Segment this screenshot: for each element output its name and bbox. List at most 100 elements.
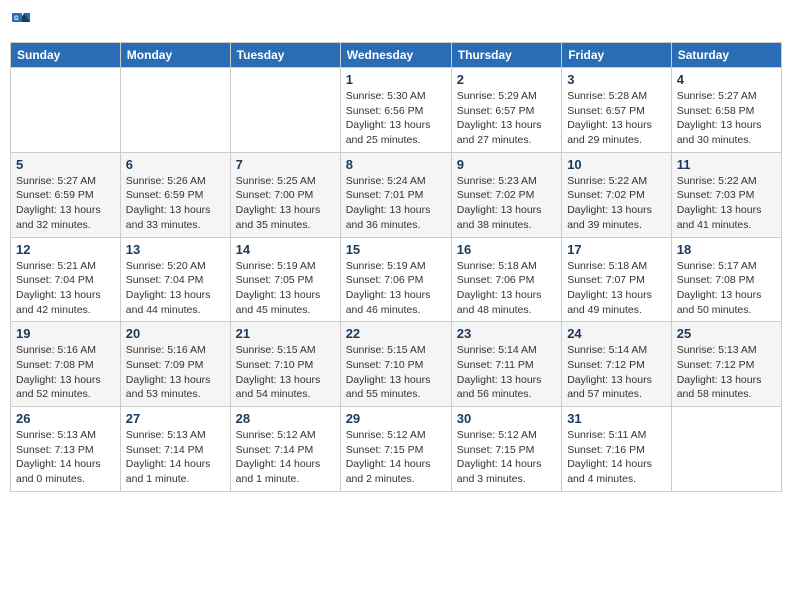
calendar-cell: 15 Sunrise: 5:19 AM Sunset: 7:06 PM Dayli… [340, 237, 451, 322]
header-monday: Monday [120, 43, 230, 68]
day-info: Sunrise: 5:15 AM Sunset: 7:10 PM Dayligh… [236, 343, 335, 402]
calendar-cell: 22 Sunrise: 5:15 AM Sunset: 7:10 PM Dayli… [340, 322, 451, 407]
day-info: Sunrise: 5:29 AM Sunset: 6:57 PM Dayligh… [457, 89, 556, 148]
day-info: Sunrise: 5:25 AM Sunset: 7:00 PM Dayligh… [236, 174, 335, 233]
day-number: 10 [567, 157, 666, 172]
calendar-cell: 6 Sunrise: 5:26 AM Sunset: 6:59 PM Daylig… [120, 152, 230, 237]
day-info: Sunrise: 5:27 AM Sunset: 6:59 PM Dayligh… [16, 174, 115, 233]
day-number: 3 [567, 72, 666, 87]
calendar-cell: 26Sunrise: 5:13 AM Sunset: 7:13 PM Dayli… [11, 407, 121, 492]
calendar-cell: 9Sunrise: 5:23 AM Sunset: 7:02 PM Daylig… [451, 152, 561, 237]
svg-text:G: G [14, 16, 19, 22]
day-info: Sunrise: 5:16 AM Sunset: 7:08 PM Dayligh… [16, 343, 115, 402]
day-info: Sunrise: 5:15 AM Sunset: 7:10 PM Dayligh… [346, 343, 446, 402]
page-container: G SundayMondayTuesdayWednesdayThursdayFr… [10, 10, 782, 492]
day-info: Sunrise: 5:26 AM Sunset: 6:59 PM Dayligh… [126, 174, 225, 233]
day-number: 5 [16, 157, 115, 172]
calendar-cell: 25Sunrise: 5:13 AM Sunset: 7:12 PM Dayli… [671, 322, 781, 407]
header-wednesday: Wednesday [340, 43, 451, 68]
calendar-cell: 14 Sunrise: 5:19 AM Sunset: 7:05 PM Dayli… [230, 237, 340, 322]
calendar-cell: 10 Sunrise: 5:22 AM Sunset: 7:02 PM Dayli… [562, 152, 672, 237]
day-info: Sunrise: 5:12 AM Sunset: 7:15 PM Dayligh… [457, 428, 556, 487]
calendar-cell: 1Sunrise: 5:30 AM Sunset: 6:56 PM Daylig… [340, 68, 451, 153]
day-number: 12 [16, 242, 115, 257]
day-number: 16 [457, 242, 556, 257]
calendar-cell: 20Sunrise: 5:16 AM Sunset: 7:09 PM Dayli… [120, 322, 230, 407]
day-number: 27 [126, 411, 225, 426]
day-info: Sunrise: 5:22 AM Sunset: 7:02 PM Dayligh… [567, 174, 666, 233]
day-number: 8 [346, 157, 446, 172]
day-number: 25 [677, 326, 776, 341]
day-info: Sunrise: 5:18 AM Sunset: 7:06 PM Dayligh… [457, 259, 556, 318]
day-info: Sunrise: 5:23 AM Sunset: 7:02 PM Dayligh… [457, 174, 556, 233]
day-number: 23 [457, 326, 556, 341]
day-info: Sunrise: 5:12 AM Sunset: 7:15 PM Dayligh… [346, 428, 446, 487]
day-info: Sunrise: 5:12 AM Sunset: 7:14 PM Dayligh… [236, 428, 335, 487]
calendar-cell: 29 Sunrise: 5:12 AM Sunset: 7:15 PM Dayli… [340, 407, 451, 492]
header-thursday: Thursday [451, 43, 561, 68]
calendar-cell: 11 Sunrise: 5:22 AM Sunset: 7:03 PM Dayli… [671, 152, 781, 237]
calendar-cell: 30 Sunrise: 5:12 AM Sunset: 7:15 PM Dayli… [451, 407, 561, 492]
calendar-cell: 18 Sunrise: 5:17 AM Sunset: 7:08 PM Dayli… [671, 237, 781, 322]
week-row-1: 5 Sunrise: 5:27 AM Sunset: 6:59 PM Daylig… [11, 152, 782, 237]
calendar-cell [671, 407, 781, 492]
day-number: 29 [346, 411, 446, 426]
day-info: Sunrise: 5:14 AM Sunset: 7:11 PM Dayligh… [457, 343, 556, 402]
day-info: Sunrise: 5:16 AM Sunset: 7:09 PM Dayligh… [126, 343, 225, 402]
calendar-cell: 5 Sunrise: 5:27 AM Sunset: 6:59 PM Daylig… [11, 152, 121, 237]
week-row-0: 1Sunrise: 5:30 AM Sunset: 6:56 PM Daylig… [11, 68, 782, 153]
day-info: Sunrise: 5:19 AM Sunset: 7:05 PM Dayligh… [236, 259, 335, 318]
day-number: 28 [236, 411, 335, 426]
calendar-cell [120, 68, 230, 153]
day-number: 6 [126, 157, 225, 172]
day-number: 30 [457, 411, 556, 426]
calendar-cell: 16 Sunrise: 5:18 AM Sunset: 7:06 PM Dayli… [451, 237, 561, 322]
day-info: Sunrise: 5:19 AM Sunset: 7:06 PM Dayligh… [346, 259, 446, 318]
header-sunday: Sunday [11, 43, 121, 68]
week-row-3: 19 Sunrise: 5:16 AM Sunset: 7:08 PM Dayli… [11, 322, 782, 407]
day-number: 13 [126, 242, 225, 257]
week-row-4: 26Sunrise: 5:13 AM Sunset: 7:13 PM Dayli… [11, 407, 782, 492]
day-number: 4 [677, 72, 776, 87]
day-number: 7 [236, 157, 335, 172]
day-info: Sunrise: 5:17 AM Sunset: 7:08 PM Dayligh… [677, 259, 776, 318]
logo: G [10, 10, 34, 32]
day-number: 19 [16, 326, 115, 341]
calendar-cell: 8Sunrise: 5:24 AM Sunset: 7:01 PM Daylig… [340, 152, 451, 237]
day-number: 22 [346, 326, 446, 341]
day-number: 17 [567, 242, 666, 257]
logo-icon: G [10, 10, 32, 32]
calendar-cell: 19 Sunrise: 5:16 AM Sunset: 7:08 PM Dayli… [11, 322, 121, 407]
calendar-cell [230, 68, 340, 153]
day-info: Sunrise: 5:11 AM Sunset: 7:16 PM Dayligh… [567, 428, 666, 487]
day-number: 21 [236, 326, 335, 341]
calendar-cell: 7 Sunrise: 5:25 AM Sunset: 7:00 PM Daylig… [230, 152, 340, 237]
calendar-cell: 28 Sunrise: 5:12 AM Sunset: 7:14 PM Dayli… [230, 407, 340, 492]
calendar-cell: 24Sunrise: 5:14 AM Sunset: 7:12 PM Dayli… [562, 322, 672, 407]
day-number: 2 [457, 72, 556, 87]
header-friday: Friday [562, 43, 672, 68]
day-number: 14 [236, 242, 335, 257]
calendar-cell [11, 68, 121, 153]
day-number: 18 [677, 242, 776, 257]
calendar-header-row: SundayMondayTuesdayWednesdayThursdayFrid… [11, 43, 782, 68]
day-info: Sunrise: 5:13 AM Sunset: 7:13 PM Dayligh… [16, 428, 115, 487]
day-number: 15 [346, 242, 446, 257]
calendar-cell: 13 Sunrise: 5:20 AM Sunset: 7:04 PM Dayli… [120, 237, 230, 322]
day-info: Sunrise: 5:22 AM Sunset: 7:03 PM Dayligh… [677, 174, 776, 233]
day-info: Sunrise: 5:20 AM Sunset: 7:04 PM Dayligh… [126, 259, 225, 318]
day-info: Sunrise: 5:14 AM Sunset: 7:12 PM Dayligh… [567, 343, 666, 402]
calendar-cell: 4Sunrise: 5:27 AM Sunset: 6:58 PM Daylig… [671, 68, 781, 153]
day-info: Sunrise: 5:21 AM Sunset: 7:04 PM Dayligh… [16, 259, 115, 318]
day-info: Sunrise: 5:18 AM Sunset: 7:07 PM Dayligh… [567, 259, 666, 318]
calendar-cell: 27Sunrise: 5:13 AM Sunset: 7:14 PM Dayli… [120, 407, 230, 492]
header-saturday: Saturday [671, 43, 781, 68]
calendar-cell: 21 Sunrise: 5:15 AM Sunset: 7:10 PM Dayli… [230, 322, 340, 407]
day-number: 1 [346, 72, 446, 87]
calendar-cell: 12 Sunrise: 5:21 AM Sunset: 7:04 PM Dayli… [11, 237, 121, 322]
day-info: Sunrise: 5:28 AM Sunset: 6:57 PM Dayligh… [567, 89, 666, 148]
calendar-cell: 23 Sunrise: 5:14 AM Sunset: 7:11 PM Dayli… [451, 322, 561, 407]
day-number: 31 [567, 411, 666, 426]
day-number: 11 [677, 157, 776, 172]
calendar-cell: 2 Sunrise: 5:29 AM Sunset: 6:57 PM Daylig… [451, 68, 561, 153]
